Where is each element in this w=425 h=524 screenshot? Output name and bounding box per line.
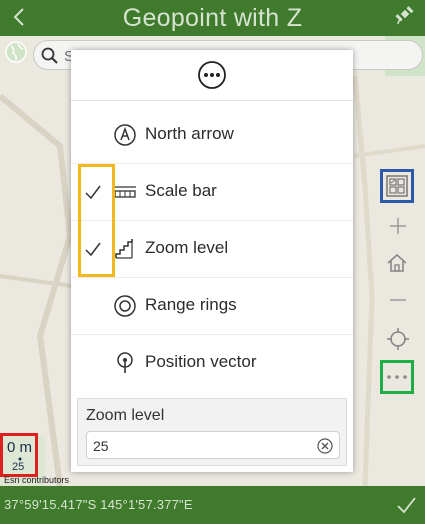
- more-button[interactable]: [380, 360, 414, 394]
- clear-icon[interactable]: [317, 438, 333, 454]
- zoom-out-icon[interactable]: [387, 289, 409, 311]
- basemap-icon: [386, 175, 408, 197]
- zoom-level-input[interactable]: [93, 436, 303, 456]
- map-attribution: Esri contributors: [4, 475, 70, 485]
- globe-icon[interactable]: [4, 40, 28, 64]
- checkbox-highlight: [78, 164, 115, 277]
- menu-item-label: Scale bar: [145, 181, 217, 200]
- scale-distance: 0 m: [7, 439, 33, 456]
- menu-item-label: Range rings: [145, 295, 237, 314]
- north-arrow-icon: [114, 124, 136, 146]
- menu-header[interactable]: [71, 50, 353, 101]
- position-vector-icon: [117, 352, 133, 373]
- menu-item-range-rings[interactable]: Range rings: [71, 278, 353, 335]
- menu-item-label: Zoom level: [145, 238, 229, 257]
- page-title: Geopoint with Z: [122, 4, 303, 32]
- menu-item-north-arrow[interactable]: North arrow: [71, 107, 353, 164]
- coordinates-text: 37°59'15.417"S 145°1'57.377"E: [4, 497, 193, 512]
- zoom-level-label: Zoom level: [86, 407, 165, 424]
- search-icon: [41, 47, 58, 64]
- locate-icon[interactable]: [386, 327, 410, 351]
- menu-item-position-vector[interactable]: Position vector: [71, 335, 353, 392]
- scale-bar-icon: [114, 186, 136, 198]
- scale-zoom: 25: [12, 461, 25, 473]
- zoom-in-icon[interactable]: [387, 215, 409, 237]
- coordinates-footer: 37°59'15.417"S 145°1'57.377"E: [0, 486, 425, 524]
- checkmark-confirm-icon[interactable]: [395, 494, 417, 516]
- zoom-level-panel: Zoom level: [77, 398, 347, 466]
- basemap-button[interactable]: [380, 169, 414, 203]
- zoom-level-icon: [115, 239, 133, 259]
- menu-item-label: Position vector: [145, 352, 257, 371]
- menu-item-label: North arrow: [145, 124, 234, 143]
- more-circle-icon[interactable]: [197, 60, 227, 90]
- more-icon: [387, 375, 407, 379]
- app-header: Geopoint with Z: [0, 0, 425, 36]
- range-rings-icon: [114, 295, 136, 317]
- home-icon[interactable]: [385, 251, 409, 275]
- satellite-icon[interactable]: [393, 5, 417, 29]
- scale-indicator: 0 m 25: [0, 433, 38, 477]
- zoom-level-field[interactable]: [86, 431, 340, 459]
